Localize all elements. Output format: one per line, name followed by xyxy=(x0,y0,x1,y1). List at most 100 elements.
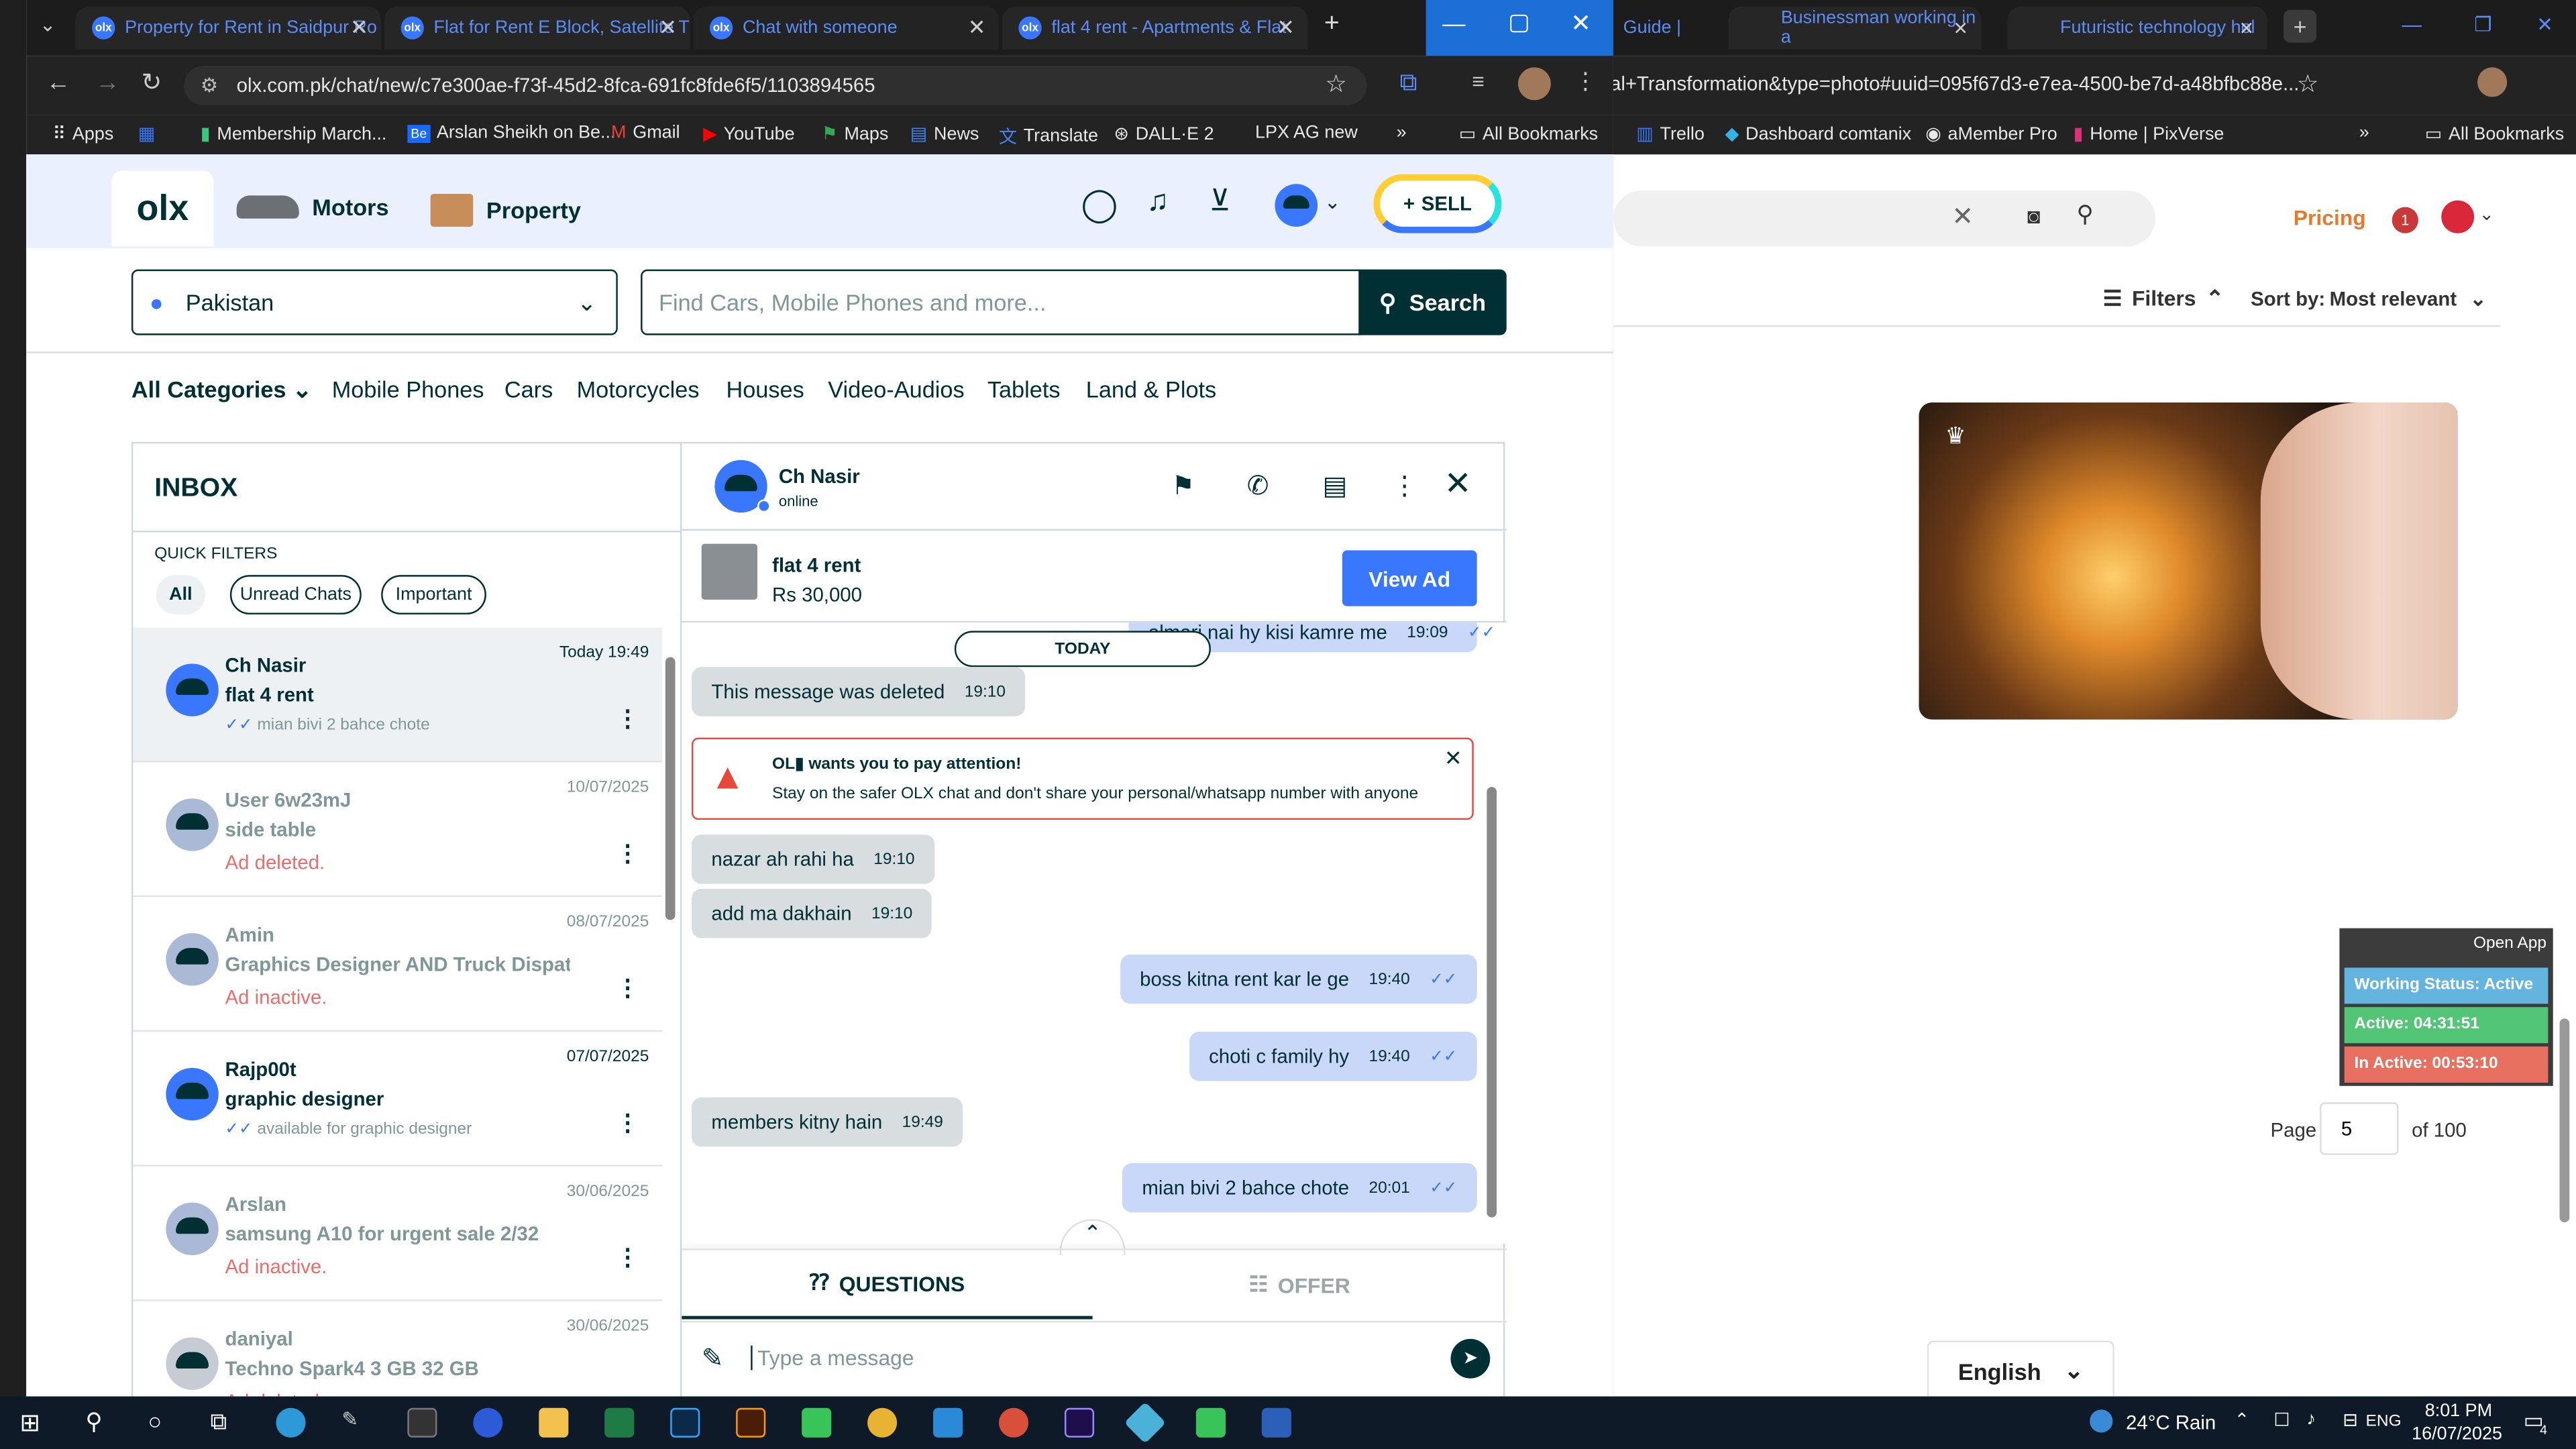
category-land-plots[interactable]: Land & Plots xyxy=(1086,376,1216,402)
profile-avatar[interactable] xyxy=(2477,67,2508,97)
attachment-icon[interactable]: ✎ xyxy=(702,1342,724,1375)
search-input[interactable]: Find Cars, Mobile Phones and more... xyxy=(641,269,1360,335)
minimize-icon[interactable]: — xyxy=(2402,13,2421,36)
bookmark-amember[interactable]: ◉ aMember Pro xyxy=(1925,123,2057,145)
category-houses[interactable]: Houses xyxy=(726,376,804,402)
conversation-item[interactable]: User 6w23mJ side table Ad deleted. 10/07… xyxy=(133,762,662,898)
bookmark-dashboard[interactable]: ◆ Dashboard comtanix xyxy=(1725,123,1911,145)
bookmark-trello[interactable]: ▥ Trello xyxy=(1636,123,1705,145)
media-icon[interactable]: ≡ xyxy=(1472,69,1485,94)
clock-time[interactable]: 8:01 PM xyxy=(2425,1401,2492,1421)
new-tab-button[interactable]: + xyxy=(1324,10,1340,40)
category-cars[interactable]: Cars xyxy=(504,376,553,402)
close-icon[interactable]: ✕ xyxy=(350,15,368,41)
more-vertical-icon[interactable]: ⋮ xyxy=(1391,470,1417,502)
minimize-icon[interactable]: — xyxy=(1442,10,1465,36)
phone-icon[interactable]: ✆ xyxy=(1247,470,1269,502)
chrome-icon[interactable] xyxy=(867,1407,898,1438)
tab-flat-4-rent[interactable]: olx flat 4 rent - Apartments & Flat ✕ xyxy=(1002,6,1308,50)
bookmark-gmail[interactable]: M Gmail xyxy=(611,123,680,143)
cart-icon[interactable]: ⊻ xyxy=(1209,184,1230,218)
sheets-icon[interactable] xyxy=(1195,1407,1226,1438)
clock-date[interactable]: 16/07/2025 xyxy=(2412,1424,2502,1444)
more-vertical-icon[interactable]: ⋮ xyxy=(616,1111,639,1134)
user-avatar[interactable] xyxy=(1275,184,1318,227)
menu-dots-icon[interactable]: ⋮ xyxy=(1574,67,1597,95)
bookmark-news[interactable]: ▤ News xyxy=(910,123,979,145)
close-icon[interactable]: ✕ xyxy=(659,15,677,41)
send-icon[interactable]: ➤ xyxy=(1450,1338,1491,1379)
conversation-item[interactable]: Amin Graphics Designer AND Truck Dispatc… xyxy=(133,897,662,1032)
category-tablets[interactable]: Tablets xyxy=(987,376,1061,402)
sell-button[interactable]: + SELL xyxy=(1373,174,1502,233)
chevron-right-icon[interactable]: » xyxy=(2359,123,2369,143)
chrome-active-icon[interactable] xyxy=(998,1407,1029,1438)
bookmark-pixverse[interactable]: ▮ Home | PixVerse xyxy=(2074,123,2224,145)
clear-icon[interactable]: ✕ xyxy=(1951,201,1974,233)
nav-motors[interactable]: Motors xyxy=(236,194,389,220)
language-select[interactable]: English ⌄ xyxy=(1927,1340,2114,1400)
site-info-icon[interactable]: ⚙ xyxy=(201,66,218,105)
bookmark-maps[interactable]: ⚑ Maps xyxy=(822,123,889,145)
chevron-down-icon[interactable]: ⌄ xyxy=(1324,191,1341,213)
conversation-item[interactable]: Ch Nasir flat 4 rent ✓✓ mian bivi 2 bahc… xyxy=(133,627,662,763)
chevron-right-icon[interactable]: » xyxy=(1397,123,1407,143)
conversation-item[interactable]: Arslan samsung A10 for urgent sale 2/32 … xyxy=(133,1167,662,1301)
pricing-link[interactable]: Pricing xyxy=(2294,205,2366,230)
scrollbar-thumb[interactable] xyxy=(1487,787,1497,1218)
tab-flat-for-rent[interactable]: olx Flat for Rent E Block, Satellite T ✕ xyxy=(384,6,690,50)
maximize-icon[interactable]: ▢ xyxy=(1508,8,1529,36)
category-all[interactable]: All Categories ⌄ xyxy=(131,376,312,405)
category-motorcycles[interactable]: Motorcycles xyxy=(577,376,700,402)
bookmark-all[interactable]: ▭ All Bookmarks xyxy=(2425,123,2564,145)
background-url-text[interactable]: al+Transformation&type=photo#uuid=095f67… xyxy=(1610,72,2299,95)
terminal-icon[interactable] xyxy=(407,1407,437,1438)
url-bar[interactable]: ⚙ olx.com.pk/chat/new/c7e300ae-f73f-45d2-… xyxy=(184,65,1367,105)
weather-text[interactable]: 24°C Rain xyxy=(2126,1411,2216,1434)
more-vertical-icon[interactable]: ⋮ xyxy=(616,1245,639,1268)
close-icon[interactable]: ✕ xyxy=(1444,464,1472,504)
location-select[interactable]: ● Pakistan ⌄ xyxy=(131,269,618,335)
cortana-icon[interactable]: ○ xyxy=(148,1408,177,1438)
close-icon[interactable]: ✕ xyxy=(1953,17,1968,38)
message-input[interactable]: Type a message xyxy=(751,1345,914,1371)
bell-icon[interactable]: ♫ xyxy=(1146,184,1169,218)
bookmark-translate[interactable]: 文 Translate xyxy=(999,123,1098,150)
background-search-bar[interactable]: ✕ ◙ ⚲ xyxy=(1613,191,2156,247)
more-vertical-icon[interactable]: ⋮ xyxy=(616,841,639,864)
category-video-audios[interactable]: Video-Audios xyxy=(828,376,964,402)
user-avatar[interactable] xyxy=(2441,200,2475,233)
close-icon[interactable]: ✕ xyxy=(2239,17,2254,38)
vscode-icon[interactable] xyxy=(933,1407,963,1438)
close-icon[interactable]: ✕ xyxy=(1444,746,1462,772)
word-icon[interactable] xyxy=(1261,1407,1291,1438)
filters-button[interactable]: ☰ Filters ⌃ xyxy=(2103,286,2224,312)
premiere-icon[interactable] xyxy=(1064,1407,1095,1438)
excel-icon[interactable] xyxy=(604,1407,635,1438)
tab-chat-with-someone[interactable]: olx Chat with someone ✕ xyxy=(693,6,999,50)
category-mobile-phones[interactable]: Mobile Phones xyxy=(332,376,484,402)
nav-property[interactable]: Property xyxy=(430,193,581,227)
camera-icon[interactable]: ◙ xyxy=(2027,204,2040,229)
edge-icon[interactable] xyxy=(276,1407,306,1438)
bookmark-behance[interactable]: Be Arslan Sheikh on Be... xyxy=(407,123,615,143)
conversation-item[interactable]: Rajp00t graphic designer ✓✓ available fo… xyxy=(133,1032,662,1167)
bookmark-membership[interactable]: ▮ Membership March... xyxy=(201,123,387,145)
background-tab-futuristic[interactable]: Futuristic technology hol ✕ xyxy=(2007,6,2267,50)
bookmark-star-icon[interactable]: ☆ xyxy=(2297,69,2319,99)
tab-offer[interactable]: ☷ OFFER xyxy=(1093,1250,1507,1320)
search-icon[interactable]: ⚲ xyxy=(85,1408,115,1438)
close-window-icon[interactable]: ✕ xyxy=(1570,8,1591,38)
close-icon[interactable]: ✕ xyxy=(968,15,986,41)
sheets-icon[interactable] xyxy=(802,1407,832,1438)
volume-icon[interactable]: ♪ xyxy=(2306,1409,2315,1429)
view-ad-button[interactable]: View Ad xyxy=(1342,550,1477,606)
display-icon[interactable]: ⊟ xyxy=(2343,1409,2358,1431)
olx-logo[interactable]: olx xyxy=(111,170,214,247)
open-app-link[interactable]: Open App xyxy=(2473,934,2546,953)
forward-arrow-icon[interactable]: → xyxy=(95,69,120,97)
windows-start-icon[interactable]: ⊞ xyxy=(19,1408,49,1438)
chat-icon[interactable]: ◯ xyxy=(1081,184,1118,225)
bookmark-star-icon[interactable]: ☆ xyxy=(1325,66,1347,105)
sms-icon[interactable]: ▤ xyxy=(1322,470,1347,502)
